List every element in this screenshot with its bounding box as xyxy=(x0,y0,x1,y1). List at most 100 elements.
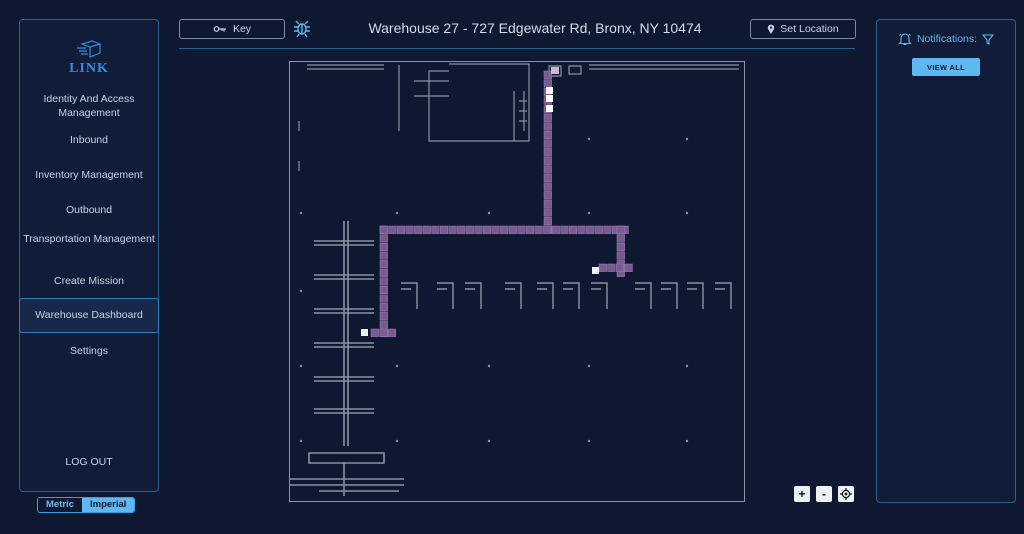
sidebar-item-inventory[interactable]: Inventory Management xyxy=(20,168,158,182)
zoom-out-button[interactable]: - xyxy=(816,486,832,502)
path-cell xyxy=(543,182,552,191)
logo-text: LINK xyxy=(69,61,109,76)
path-cell xyxy=(543,225,552,234)
path-cell xyxy=(543,156,552,165)
path-cell xyxy=(543,122,552,131)
path-cell xyxy=(577,225,586,234)
path-cell xyxy=(543,113,552,122)
path-cell xyxy=(405,225,414,234)
path-cell xyxy=(379,328,388,337)
filter-icon[interactable] xyxy=(982,33,995,45)
page-title: Warehouse 27 - 727 Edgewater Rd, Bronx, … xyxy=(368,20,702,36)
link-logo-icon xyxy=(77,40,102,58)
notifications-header: Notifications: xyxy=(877,32,1015,46)
path-cell xyxy=(422,225,431,234)
path-cell xyxy=(388,225,397,234)
key-button[interactable]: Key xyxy=(179,19,285,39)
path-cell xyxy=(482,225,492,234)
path-cell xyxy=(624,263,633,272)
sidebar-item-transportation[interactable]: Transportation Management xyxy=(20,232,158,246)
path-cell xyxy=(543,199,552,208)
top-wall-features xyxy=(298,63,739,171)
path-cell xyxy=(603,225,612,234)
sidebar-item-settings[interactable]: Settings xyxy=(20,344,158,358)
units-toggle: Metric Imperial xyxy=(37,497,136,513)
path-cell xyxy=(616,234,625,243)
path-cell xyxy=(379,285,388,295)
path-cell xyxy=(414,225,423,234)
path-cell xyxy=(543,148,552,157)
path-cell xyxy=(508,225,517,234)
path-cell xyxy=(551,225,560,234)
path-cell xyxy=(543,208,552,217)
path-cell xyxy=(500,225,509,234)
path-cell xyxy=(379,242,388,252)
path-cell xyxy=(379,320,388,329)
path-cell xyxy=(586,225,595,234)
notifications-panel: Notifications: VIEW ALL xyxy=(876,19,1016,503)
key-icon xyxy=(213,26,226,32)
header-divider xyxy=(179,48,855,49)
path-cell xyxy=(379,277,388,286)
robot-path xyxy=(370,70,633,338)
path-cell xyxy=(568,225,578,234)
docking-stations xyxy=(401,282,732,309)
path-cell xyxy=(607,263,616,272)
view-all-button[interactable]: VIEW ALL xyxy=(912,58,980,76)
sidebar-item-warehouse-dashboard[interactable]: Warehouse Dashboard xyxy=(19,298,159,333)
warehouse-map[interactable] xyxy=(289,61,745,502)
path-cell xyxy=(465,225,474,234)
bell-icon xyxy=(898,33,912,46)
path-cell xyxy=(379,268,388,277)
path-cell xyxy=(616,251,625,260)
path-cell xyxy=(379,225,388,234)
robot-icon[interactable] xyxy=(592,267,599,274)
sidebar: LINK Identity And Access Management Inbo… xyxy=(19,19,159,492)
path-cell xyxy=(517,225,526,234)
floor-markers xyxy=(299,137,689,443)
sidebar-item-outbound[interactable]: Outbound xyxy=(20,203,158,217)
sidebar-item-create-mission[interactable]: Create Mission xyxy=(20,274,158,288)
metric-option[interactable]: Metric xyxy=(38,498,82,512)
sidebar-item-identity[interactable]: Identity And Access Management xyxy=(20,92,158,120)
path-cell xyxy=(439,225,449,234)
path-cell xyxy=(525,225,535,234)
path-cell xyxy=(594,225,603,234)
logo: LINK xyxy=(20,40,158,77)
path-cell xyxy=(543,173,552,183)
path-cell xyxy=(543,165,552,174)
path-cell xyxy=(598,263,607,272)
path-cell xyxy=(543,139,552,148)
path-cell xyxy=(448,225,457,234)
path-cell xyxy=(491,225,500,234)
recenter-icon xyxy=(840,488,852,500)
path-cell xyxy=(474,225,483,234)
path-cell xyxy=(534,225,543,234)
zoom-in-button[interactable]: + xyxy=(794,486,810,502)
path-cell xyxy=(379,260,388,269)
path-cell xyxy=(616,225,625,234)
path-cell xyxy=(543,216,552,226)
path-cell xyxy=(379,234,388,243)
bug-settings-icon[interactable] xyxy=(292,18,312,38)
path-cell xyxy=(379,311,388,320)
set-location-label: Set Location xyxy=(780,23,839,35)
sidebar-item-inbound[interactable]: Inbound xyxy=(20,133,158,147)
path-cell xyxy=(543,79,552,88)
path-cell xyxy=(379,251,388,260)
key-label: Key xyxy=(232,23,252,35)
imperial-option[interactable]: Imperial xyxy=(81,498,135,512)
path-cell xyxy=(543,191,552,200)
logout-button[interactable]: LOG OUT xyxy=(20,456,158,468)
set-location-button[interactable]: Set Location xyxy=(750,19,856,39)
path-cell xyxy=(543,70,552,79)
path-cell xyxy=(560,225,569,234)
path-cell xyxy=(431,225,440,234)
path-cell xyxy=(396,225,406,234)
location-pin-icon xyxy=(768,24,775,34)
recenter-button[interactable] xyxy=(838,486,854,502)
notifications-title: Notifications: xyxy=(916,33,978,45)
robot-icon[interactable] xyxy=(361,329,368,336)
path-cell xyxy=(616,242,625,252)
warehouse-boundary xyxy=(289,61,745,502)
